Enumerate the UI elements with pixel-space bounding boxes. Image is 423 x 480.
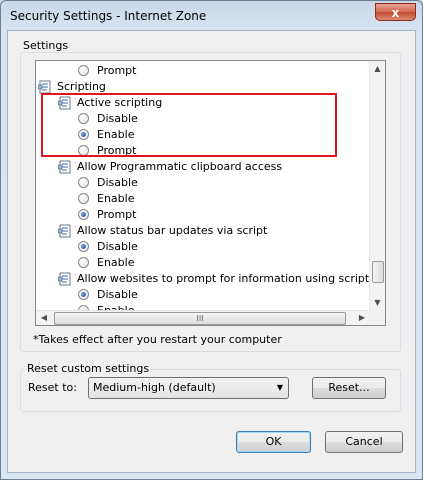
radio-option-label: Enable — [97, 256, 135, 269]
setting-header: Allow status bar updates via script — [58, 223, 267, 239]
setting-header-label: Allow websites to prompt for information… — [77, 272, 370, 285]
scroll-grip-icon: III — [196, 314, 204, 323]
radio-option-label: Prompt — [97, 208, 137, 221]
radio-option[interactable]: Prompt — [78, 143, 136, 159]
radio-option-label: Disable — [97, 112, 138, 125]
horizontal-scrollbar[interactable]: ◀ III ▶ — [36, 310, 370, 325]
radio-unchecked-icon[interactable] — [78, 177, 89, 188]
settings-page-icon — [58, 272, 71, 286]
radio-option-label: Prompt — [97, 64, 137, 77]
radio-unchecked-icon[interactable] — [78, 257, 89, 268]
radio-checked-icon[interactable] — [78, 209, 89, 220]
close-button[interactable]: x — [375, 3, 416, 21]
settings-tree-viewport: Prompt Scripting Active scripting Disable En… — [36, 61, 370, 311]
radio-checked-icon[interactable] — [78, 241, 89, 252]
setting-header: Scripting — [38, 79, 106, 95]
window-title: Security Settings - Internet Zone — [10, 9, 207, 23]
cancel-button-label: Cancel — [345, 435, 383, 448]
radio-unchecked-icon[interactable] — [78, 193, 89, 204]
settings-page-icon — [58, 160, 71, 174]
settings-tree-list[interactable]: Prompt Scripting Active scripting Disable En… — [35, 60, 386, 326]
radio-option[interactable]: Enable — [78, 191, 134, 207]
vertical-scrollbar[interactable]: ▲ ▼ — [369, 61, 385, 311]
radio-option-label: Disable — [97, 288, 138, 301]
setting-header: Allow websites to prompt for information… — [58, 271, 370, 287]
radio-option-label: Disable — [97, 240, 138, 253]
scrollbar-corner — [369, 310, 385, 325]
radio-option-label: Disable — [97, 176, 138, 189]
restart-note: *Takes effect after you restart your com… — [33, 333, 282, 346]
reset-level-dropdown[interactable]: Medium-high (default) ▼ — [88, 377, 289, 399]
radio-option[interactable]: Enable — [78, 255, 134, 271]
setting-header-label: Allow Programmatic clipboard access — [77, 160, 283, 173]
setting-header: Active scripting — [58, 95, 162, 111]
radio-option-label: Prompt — [97, 144, 137, 157]
radio-option[interactable]: Disable — [78, 111, 138, 127]
radio-checked-icon[interactable] — [78, 289, 89, 300]
radio-option[interactable]: Disable — [78, 287, 138, 303]
scroll-down-icon[interactable]: ▼ — [370, 295, 385, 311]
cancel-button[interactable]: Cancel — [325, 431, 403, 453]
radio-option[interactable]: Enable — [78, 127, 134, 143]
ok-button[interactable]: OK — [236, 431, 311, 453]
settings-page-icon — [58, 224, 71, 238]
radio-option[interactable]: Prompt — [78, 207, 136, 223]
radio-unchecked-icon[interactable] — [78, 65, 89, 76]
radio-unchecked-icon[interactable] — [78, 145, 89, 156]
radio-option[interactable]: Disable — [78, 175, 138, 191]
setting-header-label: Allow status bar updates via script — [77, 224, 268, 237]
horizontal-scroll-thumb[interactable]: III — [54, 312, 346, 325]
radio-unchecked-icon[interactable] — [78, 113, 89, 124]
reset-group-label: Reset custom settings — [26, 362, 151, 375]
settings-group-label: Settings — [22, 39, 70, 52]
setting-header-label: Scripting — [57, 80, 106, 93]
close-icon: x — [391, 6, 400, 20]
vertical-scroll-thumb[interactable] — [372, 261, 384, 283]
radio-option-label: Enable — [97, 192, 135, 205]
reset-level-value: Medium-high (default) — [93, 381, 216, 394]
radio-option-label: Enable — [97, 128, 135, 141]
title-bar: Security Settings - Internet Zone x — [1, 1, 422, 31]
chevron-down-icon: ▼ — [276, 383, 283, 392]
reset-button[interactable]: Reset... — [312, 377, 386, 399]
scroll-right-icon[interactable]: ▶ — [354, 311, 370, 325]
scroll-up-icon[interactable]: ▲ — [370, 61, 385, 77]
radio-option[interactable]: Prompt — [78, 63, 136, 79]
setting-header-label: Active scripting — [77, 96, 163, 109]
radio-option[interactable]: Disable — [78, 239, 138, 255]
radio-checked-icon[interactable] — [78, 129, 89, 140]
settings-page-icon — [38, 80, 51, 94]
scroll-left-icon[interactable]: ◀ — [36, 311, 52, 325]
reset-button-label: Reset... — [328, 381, 370, 394]
setting-header: Allow Programmatic clipboard access — [58, 159, 282, 175]
settings-page-icon — [58, 96, 71, 110]
ok-button-label: OK — [265, 435, 282, 448]
reset-to-label: Reset to: — [28, 381, 77, 394]
